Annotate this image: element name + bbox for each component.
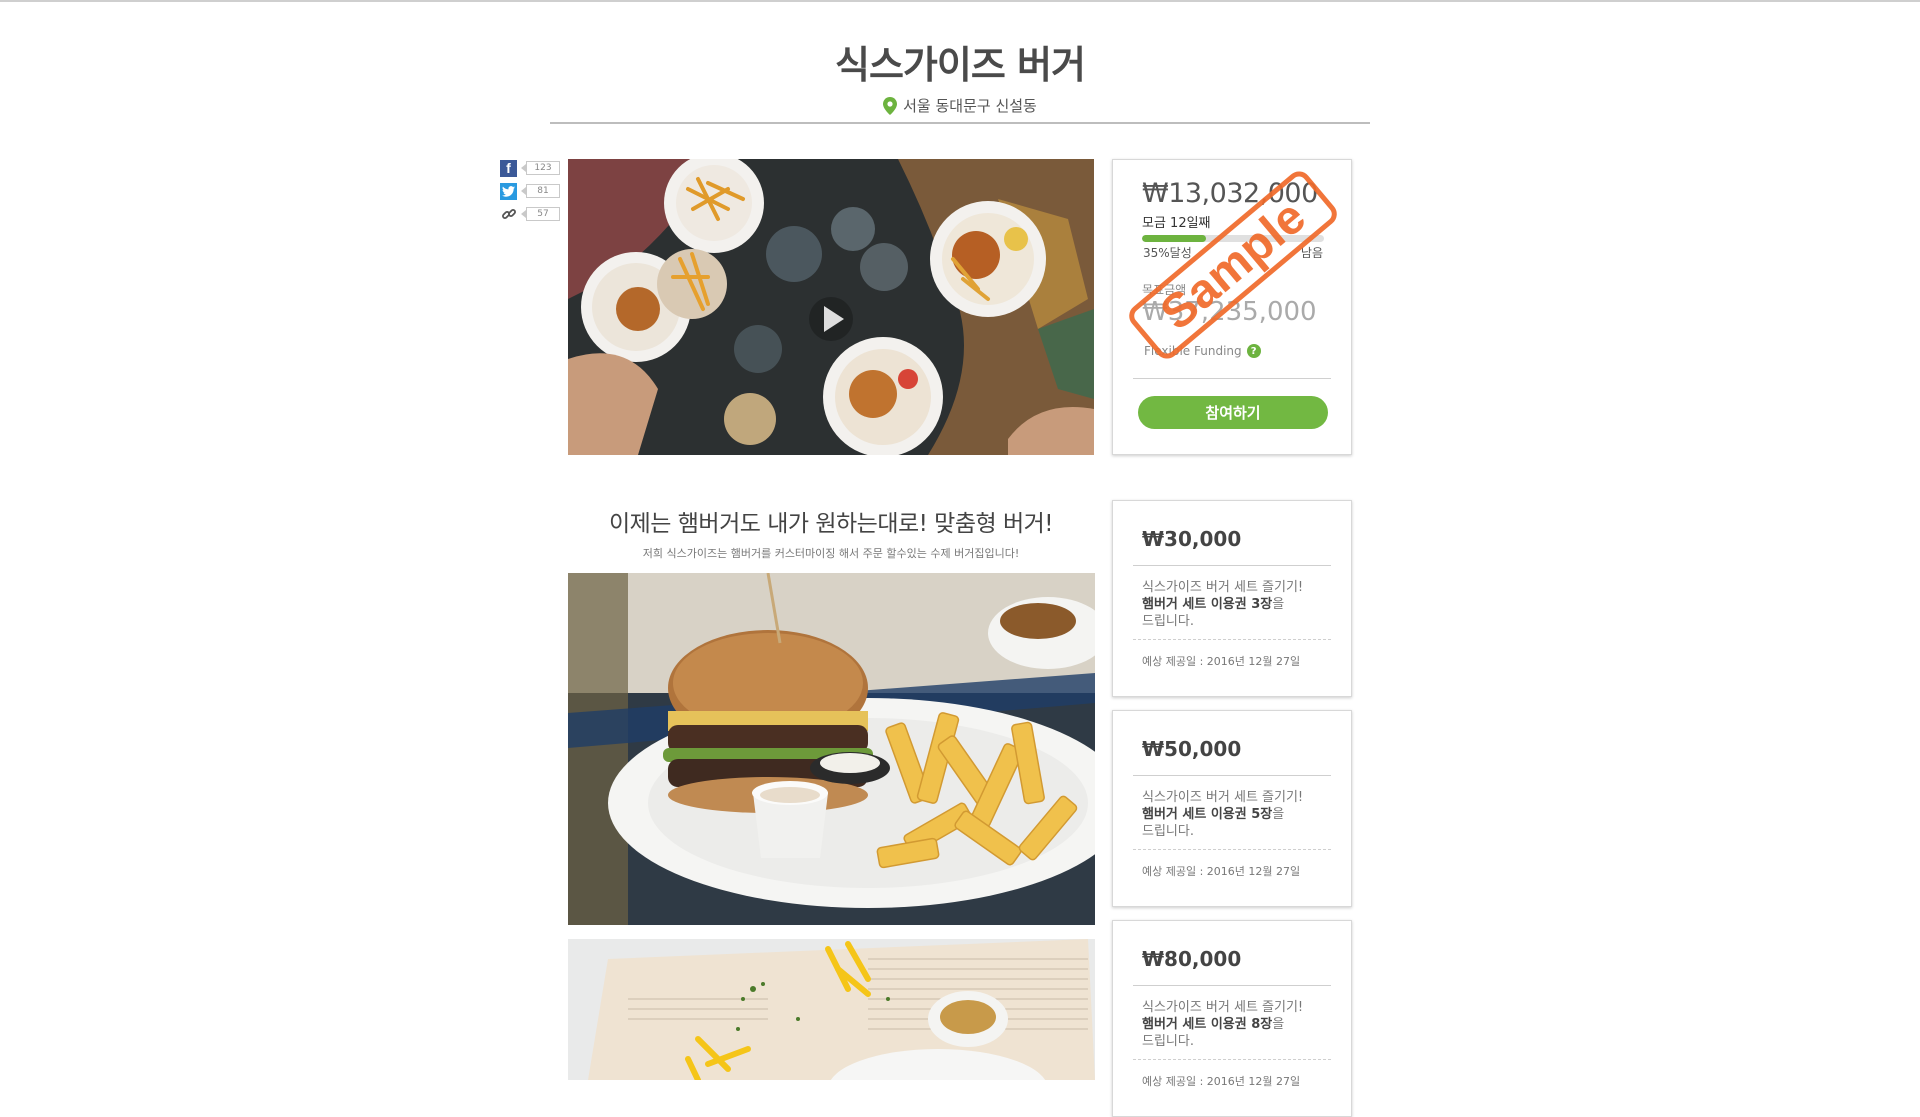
share-link[interactable]: 57 (500, 205, 560, 223)
facebook-count: 123 (521, 161, 560, 175)
funding-progress-fill (1142, 235, 1206, 242)
funding-percent: 35%달성 (1143, 246, 1192, 260)
top-border (0, 0, 1920, 2)
header-divider (550, 122, 1370, 124)
share-twitter[interactable]: 81 (500, 182, 560, 200)
reward-desc-line3: 드립니다. (1142, 614, 1194, 629)
hero-video[interactable] (568, 159, 1094, 455)
reward-desc-rest: 을 (1272, 807, 1285, 822)
reward-desc-bold: 햄버거 세트 이용권 3장 (1142, 597, 1273, 612)
location: 서울 동대문구 신설동 (550, 95, 1370, 116)
reward-desc-line1: 식스가이즈 버거 세트 즐기기! (1142, 790, 1304, 805)
location-text: 서울 동대문구 신설동 (903, 97, 1037, 115)
social-share-bar: f 123 81 57 (500, 159, 560, 228)
share-facebook[interactable]: f 123 (500, 159, 560, 177)
twitter-icon[interactable] (500, 182, 517, 200)
reward-desc-line1: 식스가이즈 버거 세트 즐기기! (1142, 580, 1304, 595)
question-icon[interactable]: ? (1246, 344, 1261, 358)
reward-divider (1133, 565, 1331, 566)
funding-days: 모금 12일째 (1142, 216, 1211, 231)
reward-divider (1133, 985, 1331, 986)
reward-price: ₩50,000 (1142, 737, 1242, 761)
reward-dashed-divider (1133, 639, 1331, 640)
project-header: 식스가이즈 버거 서울 동대문구 신설동 (550, 30, 1370, 116)
reward-desc-line1: 식스가이즈 버거 세트 즐기기! (1142, 1000, 1304, 1015)
link-count: 57 (521, 207, 560, 221)
page-title: 식스가이즈 버거 (835, 43, 1086, 87)
reward-card-80000[interactable]: ₩80,000 식스가이즈 버거 세트 즐기기! 햄버거 세트 이용권 8장을 … (1112, 920, 1352, 1117)
card-divider (1133, 378, 1331, 379)
hero-food-table-image (568, 159, 1094, 455)
reward-dashed-divider (1133, 1059, 1331, 1060)
reward-desc-line3: 드립니다. (1142, 1034, 1194, 1049)
reward-delivery-date: 예상 제공일 : 2016년 12월 27일 (1142, 865, 1301, 878)
reward-desc-bold: 햄버거 세트 이용권 5장 (1142, 807, 1273, 822)
content-description: 저희 식스가이즈는 햄버거를 커스터마이징 해서 주문 할수있는 수제 버거집입… (642, 547, 1020, 560)
content-headline: 이제는 햄버거도 내가 원하는대로! 맞춤형 버거! (608, 511, 1054, 537)
reward-delivery-date: 예상 제공일 : 2016년 12월 27일 (1142, 1075, 1301, 1088)
reward-desc-line3: 드립니다. (1142, 824, 1194, 839)
reward-delivery-date: 예상 제공일 : 2016년 12월 27일 (1142, 655, 1301, 668)
reward-divider (1133, 775, 1331, 776)
reward-description: 식스가이즈 버거 세트 즐기기! 햄버거 세트 이용권 8장을 드립니다. (1142, 999, 1332, 1050)
reward-card-30000[interactable]: ₩30,000 식스가이즈 버거 세트 즐기기! 햄버거 세트 이용권 3장을 … (1112, 500, 1352, 697)
twitter-count: 81 (521, 184, 560, 198)
burger-photo (568, 573, 1095, 925)
fries-photo (568, 939, 1095, 1080)
reward-card-50000[interactable]: ₩50,000 식스가이즈 버거 세트 즐기기! 햄버거 세트 이용권 5장을 … (1112, 710, 1352, 907)
join-button[interactable]: 참여하기 (1138, 396, 1328, 429)
reward-description: 식스가이즈 버거 세트 즐기기! 햄버거 세트 이용권 5장을 드립니다. (1142, 789, 1332, 840)
location-pin-icon (883, 96, 898, 115)
link-icon[interactable] (500, 206, 517, 223)
reward-price: ₩30,000 (1142, 527, 1242, 551)
reward-desc-bold: 햄버거 세트 이용권 8장 (1142, 1017, 1273, 1032)
reward-desc-rest: 을 (1272, 1017, 1285, 1032)
reward-description: 식스가이즈 버거 세트 즐기기! 햄버거 세트 이용권 3장을 드립니다. (1142, 579, 1332, 630)
facebook-icon[interactable]: f (500, 159, 517, 177)
reward-desc-rest: 을 (1272, 597, 1285, 612)
reward-dashed-divider (1133, 849, 1331, 850)
reward-price: ₩80,000 (1142, 947, 1242, 971)
